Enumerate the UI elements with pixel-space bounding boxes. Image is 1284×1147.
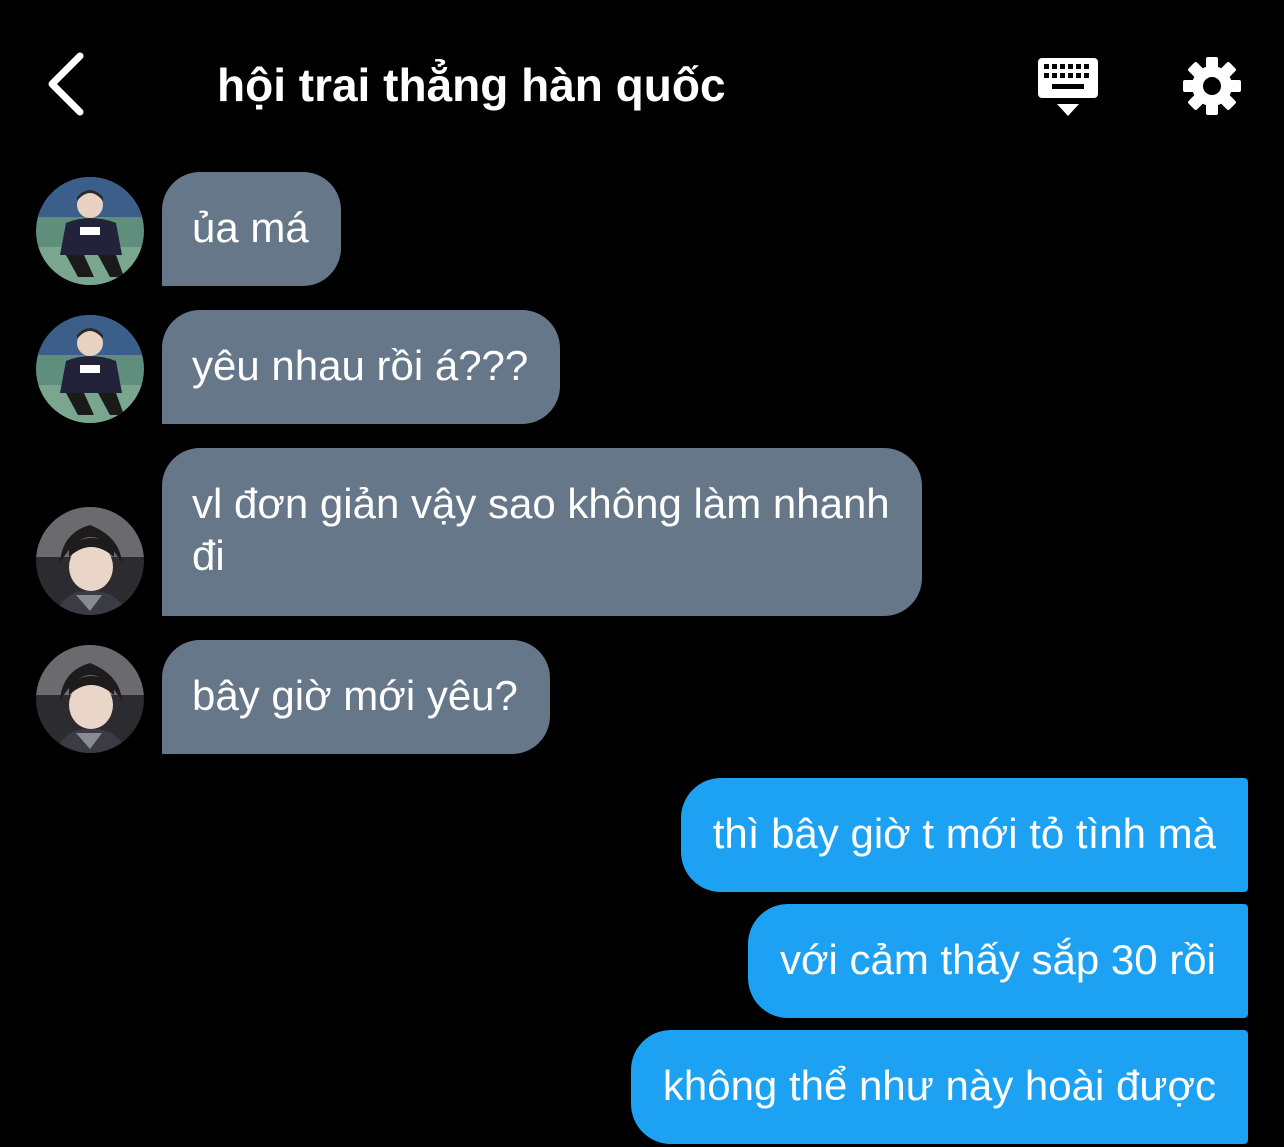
message-text: với cảm thấy sắp 30 rồi	[779, 936, 1216, 983]
message-bubble-incoming[interactable]: yêu nhau rồi á???	[162, 310, 561, 424]
message-bubble-outgoing[interactable]: thì bây giờ t mới tỏ tình mà	[680, 778, 1248, 892]
back-button[interactable]	[40, 50, 96, 118]
message-bubble-outgoing[interactable]: với cảm thấy sắp 30 rồi	[747, 904, 1248, 1018]
avatar-user-b[interactable]	[36, 645, 144, 753]
message-text-line: đi	[192, 532, 225, 579]
message-bubble-incoming[interactable]: ủa má	[162, 172, 341, 286]
keyboard-button[interactable]	[1036, 56, 1100, 118]
chat-header: hội trai thẳng hàn quốc	[0, 0, 1284, 160]
message-bubble-incoming[interactable]: vl đơn giản vậy sao không làm nhanh đi	[162, 448, 922, 616]
gear-icon	[1183, 57, 1241, 115]
keyboard-icon	[1038, 58, 1098, 116]
message-text: ủa má	[192, 204, 309, 251]
message-text-line: vl đơn giản vậy sao không làm nhanh	[192, 480, 890, 527]
avatar-user-a[interactable]	[36, 315, 144, 423]
message-text: bây giờ mới yêu?	[192, 672, 518, 719]
avatar-user-a[interactable]	[36, 177, 144, 285]
message-text: thì bây giờ t mới tỏ tình mà	[712, 810, 1216, 857]
message-bubble-incoming[interactable]: bây giờ mới yêu?	[162, 640, 550, 754]
chat-title: hội trai thẳng hàn quốc	[217, 59, 726, 111]
chevron-left-icon	[48, 52, 84, 116]
settings-button[interactable]	[1180, 54, 1244, 118]
message-text: không thể như này hoài được	[662, 1062, 1216, 1109]
message-bubble-outgoing[interactable]: không thể như này hoài được	[630, 1030, 1248, 1144]
message-text: yêu nhau rồi á???	[192, 342, 529, 389]
avatar-user-b[interactable]	[36, 507, 144, 615]
